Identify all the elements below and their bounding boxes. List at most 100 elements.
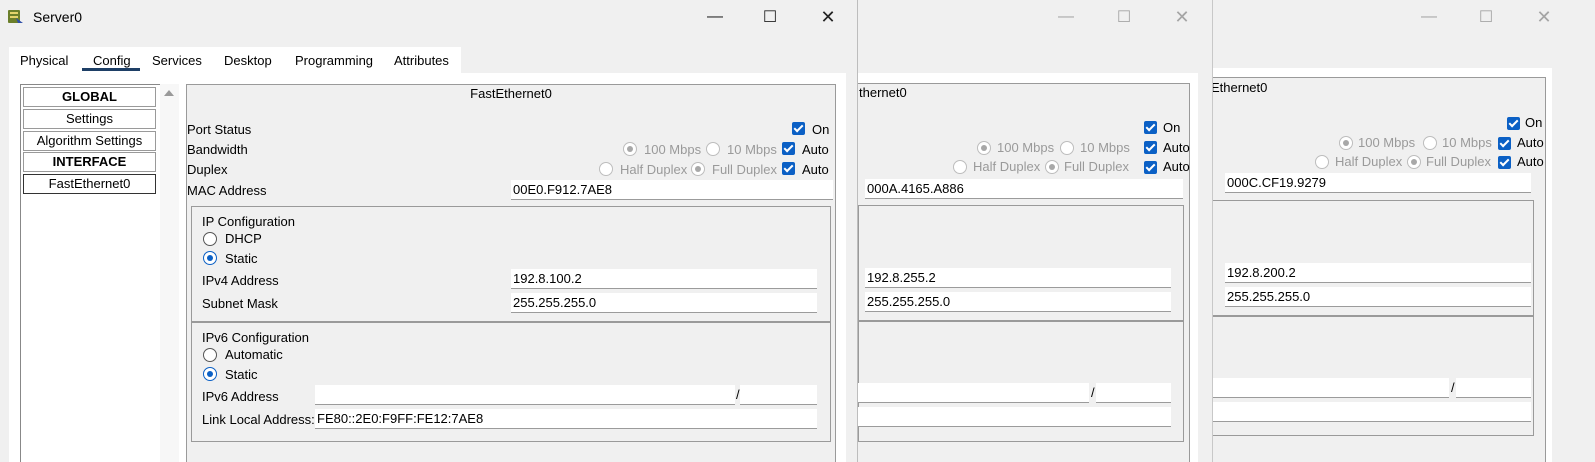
half-duplex-label: Half Duplex bbox=[973, 159, 1041, 174]
minimize-button[interactable]: — bbox=[690, 0, 740, 34]
app-icon bbox=[8, 10, 23, 23]
dhcp-label: DHCP bbox=[225, 231, 262, 246]
interface-panel: thernet0 On 100 Mbps 10 Mbps Auto Half D… bbox=[858, 83, 1190, 462]
active-tab-underline bbox=[82, 68, 140, 71]
tab-attributes[interactable]: Attributes bbox=[394, 53, 449, 68]
tab-desktop[interactable]: Desktop bbox=[224, 53, 272, 68]
ipv4-address-field[interactable]: 192.8.255.2 bbox=[865, 268, 1171, 288]
subnet-mask-field[interactable]: 255.255.255.0 bbox=[1225, 287, 1531, 307]
link-local-label: Link Local Address: bbox=[202, 412, 315, 427]
ipv6-address-field[interactable] bbox=[1212, 378, 1449, 398]
bw-100-label: 100 Mbps bbox=[997, 140, 1055, 155]
full-duplex-radio[interactable] bbox=[1407, 155, 1421, 169]
half-duplex-radio[interactable] bbox=[953, 160, 967, 174]
prefix-slash: / bbox=[1451, 380, 1455, 395]
bw-10-radio[interactable] bbox=[1060, 141, 1074, 155]
full-duplex-radio[interactable] bbox=[691, 162, 705, 176]
half-duplex-label: Half Duplex bbox=[1335, 154, 1403, 169]
link-local-field[interactable] bbox=[858, 407, 1171, 427]
bw-auto-checkbox[interactable] bbox=[1144, 141, 1157, 154]
mac-address-field[interactable]: 000A.4165.A886 bbox=[865, 179, 1183, 199]
half-duplex-radio[interactable] bbox=[599, 162, 613, 176]
ipv6-automatic-radio[interactable] bbox=[203, 348, 217, 362]
duplex-label: Duplex bbox=[187, 162, 228, 177]
full-duplex-label: Full Duplex bbox=[712, 162, 778, 177]
bw-auto-checkbox[interactable] bbox=[1498, 137, 1511, 150]
half-duplex-label: Half Duplex bbox=[620, 162, 688, 177]
bandwidth-label: Bandwidth bbox=[187, 142, 248, 157]
mac-address-field[interactable]: 000C.CF19.9279 bbox=[1225, 173, 1531, 193]
minimize-button[interactable]: — bbox=[1404, 0, 1454, 34]
tab-programming[interactable]: Programming bbox=[295, 53, 373, 68]
close-button[interactable]: ✕ bbox=[1157, 0, 1207, 34]
bw-100-radio[interactable] bbox=[1339, 136, 1353, 150]
subnet-mask-field[interactable]: 255.255.255.0 bbox=[511, 293, 817, 313]
duplex-auto-label: Auto bbox=[802, 162, 829, 177]
full-duplex-radio[interactable] bbox=[1045, 160, 1059, 174]
half-duplex-radio[interactable] bbox=[1315, 155, 1329, 169]
dhcp-radio[interactable] bbox=[203, 232, 217, 246]
duplex-auto-label: Auto bbox=[1163, 159, 1190, 174]
tab-config[interactable]: Config bbox=[93, 53, 131, 68]
panel-title: thernet0 bbox=[859, 85, 907, 100]
interface-panel: FastEthernet0 Port Status On Bandwidth 1… bbox=[186, 84, 836, 462]
title-bar: — ☐ ✕ bbox=[858, 0, 1212, 34]
bw-10-label: 10 Mbps bbox=[727, 142, 777, 157]
maximize-button[interactable]: ☐ bbox=[1099, 0, 1149, 34]
ipv6-automatic-label: Automatic bbox=[225, 347, 283, 362]
close-button[interactable]: ✕ bbox=[803, 0, 853, 34]
port-status-checkbox[interactable] bbox=[1507, 117, 1520, 130]
mac-address-field[interactable]: 00E0.F912.7AE8 bbox=[511, 180, 833, 200]
ipv6-address-field[interactable] bbox=[858, 383, 1089, 403]
port-status-checkbox[interactable] bbox=[1144, 121, 1157, 134]
ipv6-address-field[interactable] bbox=[315, 385, 735, 405]
bw-100-radio[interactable] bbox=[623, 142, 637, 156]
title-bar: — ☐ ✕ bbox=[1212, 0, 1595, 34]
sidebar-item-fastethernet0[interactable]: FastEthernet0 bbox=[23, 174, 156, 194]
server0-window: Server0 — ☐ ✕ Physical Config Services D… bbox=[0, 0, 858, 462]
duplex-auto-label: Auto bbox=[1517, 154, 1544, 169]
pc-window-2: — ☐ ✕ thernet0 On 100 Mbps 10 Mbps Auto … bbox=[857, 0, 1213, 462]
ipv6-prefix-field[interactable] bbox=[740, 385, 817, 405]
maximize-button[interactable]: ☐ bbox=[745, 0, 795, 34]
sidebar-header-interface: INTERFACE bbox=[23, 152, 156, 172]
static-label: Static bbox=[225, 251, 258, 266]
ipv4-address-field[interactable]: 192.8.200.2 bbox=[1225, 263, 1531, 283]
ipv6-prefix-field[interactable] bbox=[1096, 383, 1171, 403]
ipv6-prefix-field[interactable] bbox=[1456, 378, 1531, 398]
bw-100-radio[interactable] bbox=[977, 141, 991, 155]
prefix-slash: / bbox=[1091, 385, 1095, 400]
sidebar-scrollbar[interactable] bbox=[160, 84, 179, 462]
tab-services[interactable]: Services bbox=[152, 53, 202, 68]
pc-window-3: — ☐ ✕ Ethernet0 On 100 Mbps 10 Mbps Auto… bbox=[1211, 0, 1595, 462]
bw-auto-checkbox[interactable] bbox=[782, 142, 795, 155]
duplex-auto-checkbox[interactable] bbox=[782, 162, 795, 175]
bw-auto-label: Auto bbox=[1163, 140, 1190, 155]
duplex-auto-checkbox[interactable] bbox=[1498, 156, 1511, 169]
bw-10-radio[interactable] bbox=[706, 142, 720, 156]
subnet-mask-field[interactable]: 255.255.255.0 bbox=[865, 292, 1171, 312]
full-duplex-label: Full Duplex bbox=[1426, 154, 1492, 169]
on-label: On bbox=[1525, 115, 1543, 130]
ipv4-address-field[interactable]: 192.8.100.2 bbox=[511, 269, 817, 289]
link-local-field[interactable] bbox=[1212, 402, 1531, 422]
title-bar: Server0 — ☐ ✕ bbox=[0, 0, 857, 34]
panel-title: FastEthernet0 bbox=[470, 86, 552, 101]
close-button[interactable]: ✕ bbox=[1519, 0, 1569, 34]
static-radio[interactable] bbox=[203, 251, 217, 265]
link-local-field[interactable]: FE80::2E0:F9FF:FE12:7AE8 bbox=[315, 409, 817, 429]
sidebar-item-algorithm-settings[interactable]: Algorithm Settings bbox=[23, 131, 156, 151]
port-status-checkbox[interactable] bbox=[792, 122, 805, 135]
scroll-up-arrow-icon[interactable] bbox=[164, 90, 174, 96]
sidebar-item-settings[interactable]: Settings bbox=[23, 109, 156, 129]
bw-10-label: 10 Mbps bbox=[1080, 140, 1130, 155]
duplex-auto-checkbox[interactable] bbox=[1144, 161, 1157, 174]
tab-physical[interactable]: Physical bbox=[20, 53, 68, 68]
minimize-button[interactable]: — bbox=[1041, 0, 1091, 34]
ipv6-static-radio[interactable] bbox=[203, 367, 217, 381]
ipv6-static-label: Static bbox=[225, 367, 258, 382]
maximize-button[interactable]: ☐ bbox=[1461, 0, 1511, 34]
ipv4-address-label: IPv4 Address bbox=[202, 273, 279, 288]
bw-10-radio[interactable] bbox=[1423, 136, 1437, 150]
port-status-label: Port Status bbox=[187, 122, 252, 137]
